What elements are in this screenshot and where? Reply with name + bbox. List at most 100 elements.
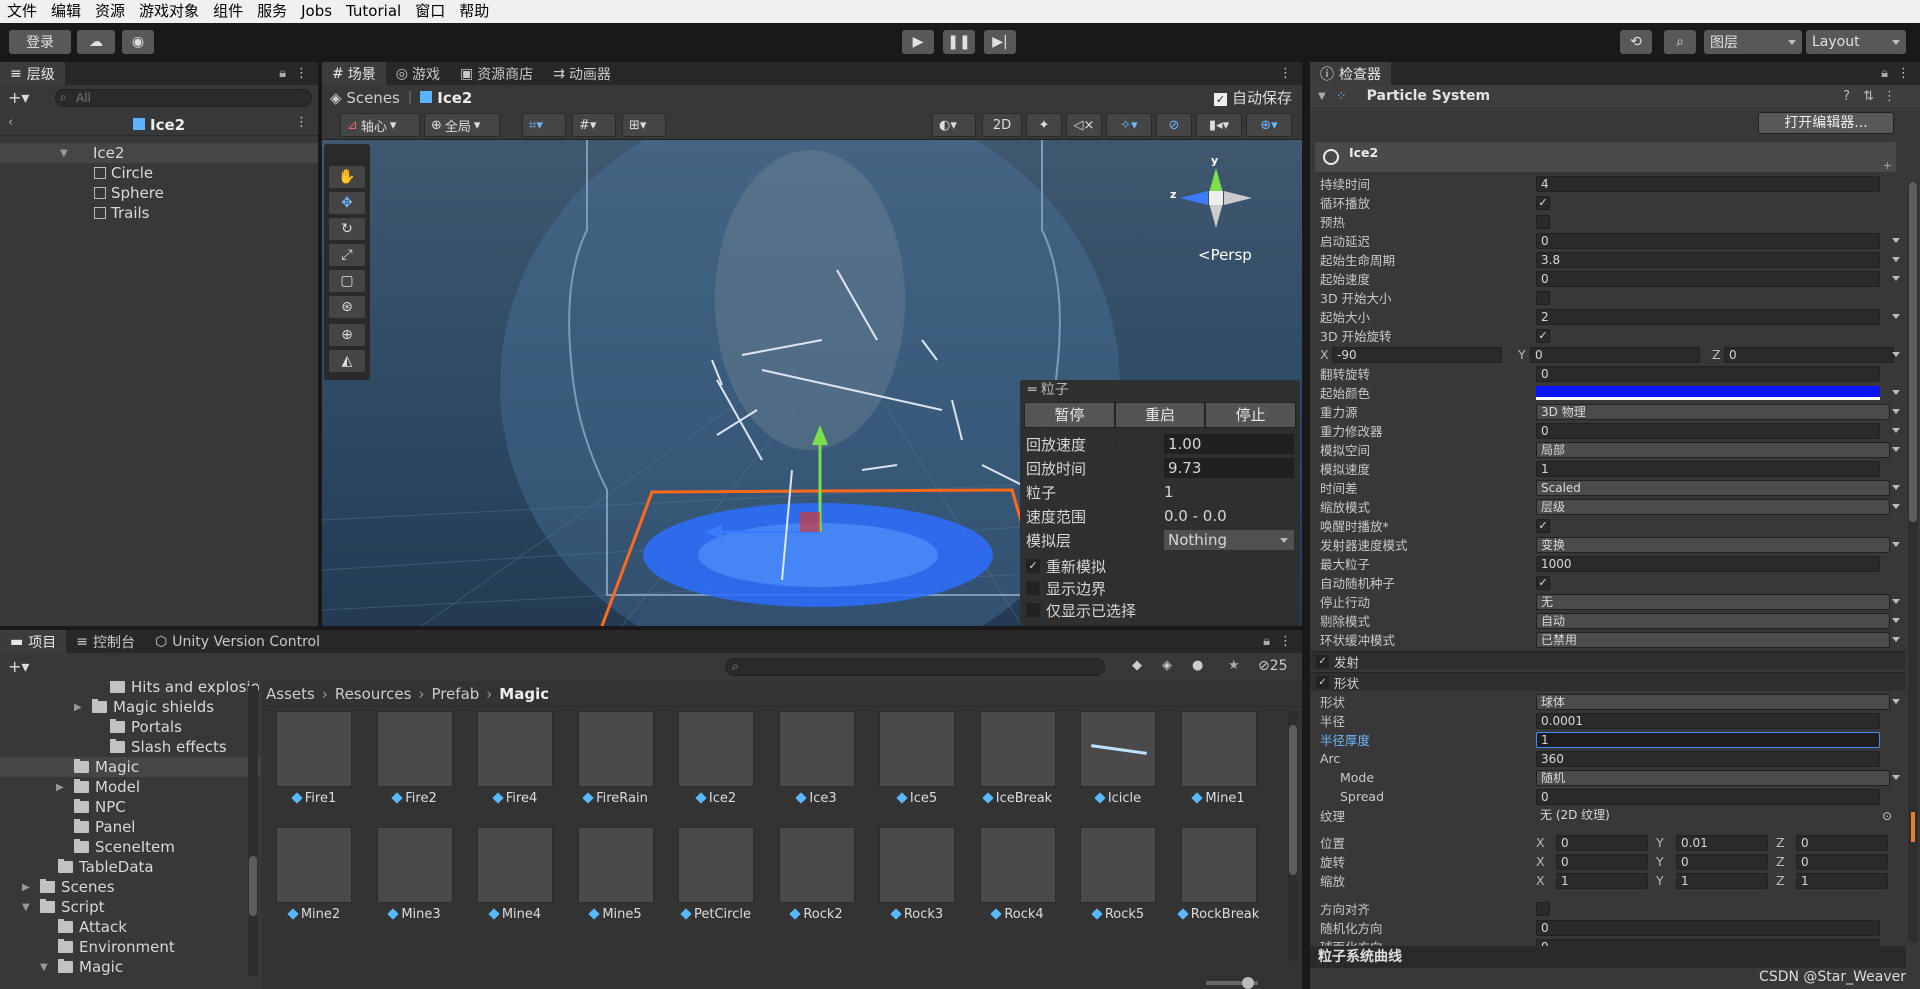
folder-item[interactable]: NPC xyxy=(0,797,260,817)
camera-dropdown[interactable]: ▮◂▾ xyxy=(1196,113,1242,137)
chevron-down-icon[interactable] xyxy=(1892,485,1900,490)
chevron-down-icon[interactable] xyxy=(1892,447,1900,452)
property-checkbox[interactable]: ✓ xyxy=(1536,575,1550,590)
chevron-down-icon[interactable] xyxy=(1892,314,1900,319)
property-checkbox[interactable]: ✓ xyxy=(1536,518,1550,533)
property-field[interactable]: 1000 xyxy=(1536,555,1880,572)
checkbox-icon[interactable]: ✓ xyxy=(1316,675,1329,689)
chevron-down-icon[interactable] xyxy=(1892,257,1900,262)
transform-y-field[interactable]: 1 xyxy=(1676,872,1768,889)
menu-item[interactable]: Tutorial xyxy=(339,0,408,23)
more-icon[interactable]: ⋮ xyxy=(1279,66,1292,81)
chevron-down-icon[interactable] xyxy=(1892,699,1900,704)
property-dropdown[interactable]: 3D 物理 xyxy=(1536,403,1890,420)
asset-item[interactable]: Rock5 xyxy=(1066,827,1156,927)
audio-toggle[interactable]: ◁× xyxy=(1066,113,1102,137)
chevron-down-icon[interactable] xyxy=(1892,637,1900,642)
filter-type-icon[interactable]: ◆ xyxy=(1132,658,1142,673)
transform-x-field[interactable]: 0 xyxy=(1556,834,1648,851)
grid-toggle[interactable]: #▾ xyxy=(572,113,616,137)
tab-version-control[interactable]: ⬡ Unity Version Control xyxy=(145,630,330,653)
add-icon[interactable]: +▾ xyxy=(8,88,29,107)
expand-icon[interactable]: ▶ xyxy=(22,882,30,893)
pause-effect-button[interactable]: 暂停 xyxy=(1024,402,1115,428)
more-icon[interactable]: ⋮ xyxy=(1883,89,1896,104)
system-name-header[interactable]: Ice2 + xyxy=(1315,142,1896,172)
show-selected-toggle[interactable]: 仅显示已选择 xyxy=(1020,598,1300,622)
object-field[interactable]: 无 (2D 纹理) xyxy=(1536,807,1880,824)
asset-item[interactable]: Rock4 xyxy=(966,827,1056,927)
asset-item[interactable]: RockBreak xyxy=(1167,827,1259,927)
property-dropdown[interactable]: 变换 xyxy=(1536,536,1890,553)
pivot-dropdown[interactable]: ⊿ 轴心 ▾ xyxy=(340,113,420,137)
property-field[interactable]: 0 xyxy=(1536,422,1880,439)
menu-item[interactable]: Jobs xyxy=(294,0,339,23)
asset-item[interactable]: Icicle xyxy=(1066,711,1156,811)
asset-item[interactable]: Fire1 xyxy=(262,711,352,811)
menu-item[interactable]: 服务 xyxy=(250,0,294,23)
tab-console[interactable]: ≡ 控制台 xyxy=(66,630,145,653)
expand-icon[interactable]: ▼ xyxy=(60,148,68,159)
property-field[interactable]: 0 xyxy=(1536,788,1880,805)
playback-speed-field[interactable]: 1.00 xyxy=(1164,434,1294,454)
breadcrumb-root[interactable]: ◈ Scenes xyxy=(330,89,400,107)
chevron-down-icon[interactable] xyxy=(1892,542,1900,547)
folder-item[interactable]: Portals xyxy=(0,717,260,737)
menu-item[interactable]: 编辑 xyxy=(44,0,88,23)
chevron-down-icon[interactable] xyxy=(1892,276,1900,281)
tab-animator[interactable]: ⇉ 动画器 xyxy=(543,62,621,85)
transform-z-field[interactable]: 1 xyxy=(1796,872,1888,889)
asset-item[interactable]: Rock3 xyxy=(865,827,955,927)
property-field[interactable]: 0 xyxy=(1536,232,1880,249)
expand-down-icon[interactable]: ▼ xyxy=(40,962,48,973)
hierarchy-item-sphere[interactable]: Sphere xyxy=(0,183,318,203)
property-checkbox[interactable] xyxy=(1536,290,1550,305)
hierarchy-item-circle[interactable]: Circle xyxy=(0,163,318,183)
asset-scrollbar[interactable] xyxy=(1288,711,1298,961)
hierarchy-search-input[interactable]: ⌕ All xyxy=(55,89,312,107)
hierarchy-item-ice2[interactable]: ▼ Ice2 xyxy=(0,143,318,163)
add-icon[interactable]: + xyxy=(1883,159,1892,172)
folder-item[interactable]: Hits and explosio xyxy=(0,681,260,697)
star-icon[interactable]: ★ xyxy=(1228,658,1240,673)
asset-item[interactable]: PetCircle xyxy=(664,827,754,927)
menu-item[interactable]: 窗口 xyxy=(408,0,452,23)
scene-viewport[interactable]: ✋ ✥ ↻ ⤢ ▢ ⊛ ⊕ ◭ y z <Persp ═ 粒子 暂停 重启 停止… xyxy=(322,140,1302,626)
rotate-tool[interactable]: ↻ xyxy=(329,218,365,240)
lighting-toggle[interactable]: ✦ xyxy=(1026,113,1062,137)
resimulate-toggle[interactable]: ✓ 重新模拟 xyxy=(1020,554,1300,578)
property-checkbox[interactable]: ✓ xyxy=(1536,195,1550,210)
module-header[interactable]: ✓ 发射 xyxy=(1310,651,1906,670)
chevron-down-icon[interactable] xyxy=(1892,504,1900,509)
folder-item[interactable]: Attack xyxy=(0,917,260,937)
checkbox-icon[interactable]: ✓ xyxy=(1316,654,1329,668)
layers-dropdown[interactable]: 图层 xyxy=(1704,30,1802,54)
cloud-button[interactable]: ☁ xyxy=(77,30,115,54)
chevron-down-icon[interactable] xyxy=(1892,409,1900,414)
property-field[interactable]: 0.0001 xyxy=(1536,712,1880,729)
play-button[interactable]: ▶ xyxy=(902,30,934,54)
chevron-down-icon[interactable] xyxy=(1892,428,1900,433)
more-icon[interactable]: ⋮ xyxy=(295,115,308,130)
persp-label[interactable]: <Persp xyxy=(1198,246,1252,264)
expand-down-icon[interactable]: ▼ xyxy=(22,902,30,913)
chevron-down-icon[interactable] xyxy=(1892,775,1900,780)
property-field[interactable]: 3.8 xyxy=(1536,251,1880,268)
tree-scrollbar[interactable] xyxy=(248,686,258,976)
property-dropdown[interactable]: 局部 xyxy=(1536,441,1890,458)
inspector-scrollbar[interactable] xyxy=(1908,182,1918,942)
rotation-z-field[interactable]: 0 xyxy=(1724,346,1894,363)
property-field[interactable]: 1 xyxy=(1536,460,1880,477)
module-header[interactable]: ✓ 形状 xyxy=(1310,672,1906,691)
tab-game[interactable]: ◎ 游戏 xyxy=(386,62,450,85)
property-dropdown[interactable]: 随机 xyxy=(1536,769,1890,786)
asset-item[interactable]: Mine4 xyxy=(463,827,553,927)
project-search-input[interactable]: ⌕ xyxy=(725,658,1105,676)
property-field[interactable]: 0 xyxy=(1536,919,1880,936)
tab-scene[interactable]: # 场景 xyxy=(322,62,386,85)
orientation-gizmo[interactable]: y z <Persp xyxy=(1166,154,1266,268)
expand-icon[interactable]: ▶ xyxy=(56,782,64,793)
property-field[interactable]: 360 xyxy=(1536,750,1880,767)
history-button[interactable]: ⟲ xyxy=(1620,30,1652,54)
step-button[interactable]: ▶| xyxy=(984,30,1016,54)
